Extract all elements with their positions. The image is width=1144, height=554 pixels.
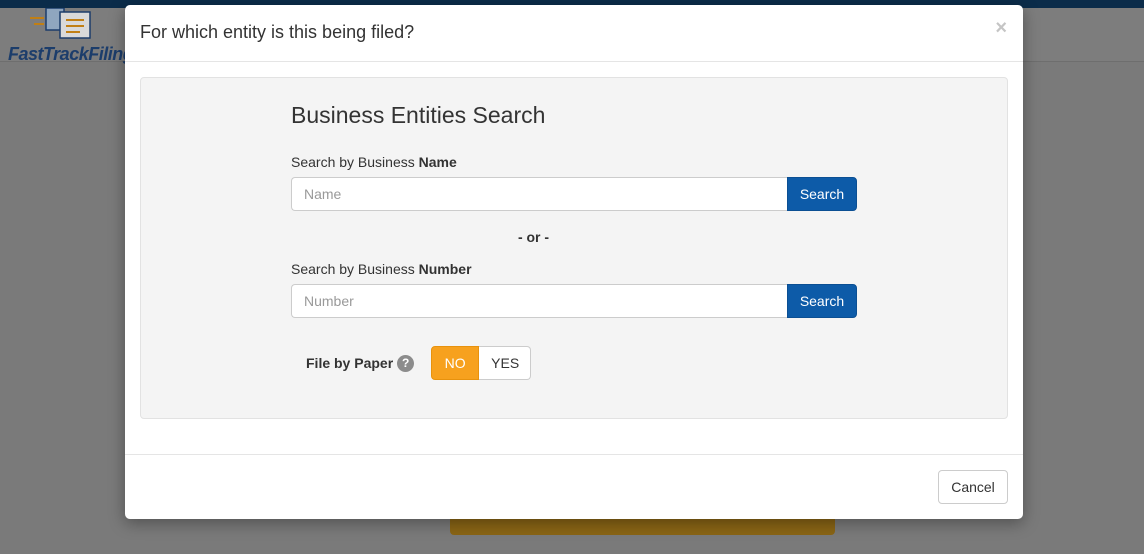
name-search-label: Search by Business Name: [291, 154, 457, 170]
file-by-paper-label: File by Paper: [306, 355, 394, 371]
business-number-input[interactable]: [291, 284, 787, 318]
modal-footer: Cancel: [125, 454, 1023, 519]
name-search-group: Search: [291, 177, 857, 211]
cancel-button[interactable]: Cancel: [938, 470, 1008, 504]
number-search-label: Search by Business Number: [291, 261, 472, 277]
site-logo: FastTrackFiling: [4, 7, 134, 68]
search-by-name-button[interactable]: Search: [787, 177, 857, 211]
name-label-bold: Name: [418, 154, 457, 170]
modal-header: For which entity is this being filed? ×: [125, 5, 1023, 62]
toggle-no-button[interactable]: NO: [431, 346, 480, 380]
toggle-yes-button[interactable]: YES: [479, 346, 532, 380]
file-by-paper-toggle: NO YES: [431, 346, 532, 380]
question-circle-icon[interactable]: ?: [397, 354, 415, 372]
close-icon[interactable]: ×: [995, 18, 1007, 38]
number-search-group: Search: [291, 284, 857, 318]
file-by-paper-row: File by Paper ? NO YES: [306, 346, 532, 380]
modal-title: For which entity is this being filed?: [140, 22, 415, 42]
search-panel: Business Entities Search Search by Busin…: [140, 77, 1008, 419]
number-label-prefix: Search by Business: [291, 261, 419, 277]
search-by-number-button[interactable]: Search: [787, 284, 857, 318]
section-title: Business Entities Search: [291, 102, 546, 128]
business-name-input[interactable]: [291, 177, 787, 211]
or-separator: - or -: [517, 229, 550, 245]
logo-text: FastTrackFiling: [8, 44, 134, 64]
logo-graphic-icon: [30, 7, 91, 39]
name-label-prefix: Search by Business: [291, 154, 419, 170]
number-label-bold: Number: [418, 261, 472, 277]
entity-selection-modal: For which entity is this being filed? × …: [125, 5, 1023, 519]
